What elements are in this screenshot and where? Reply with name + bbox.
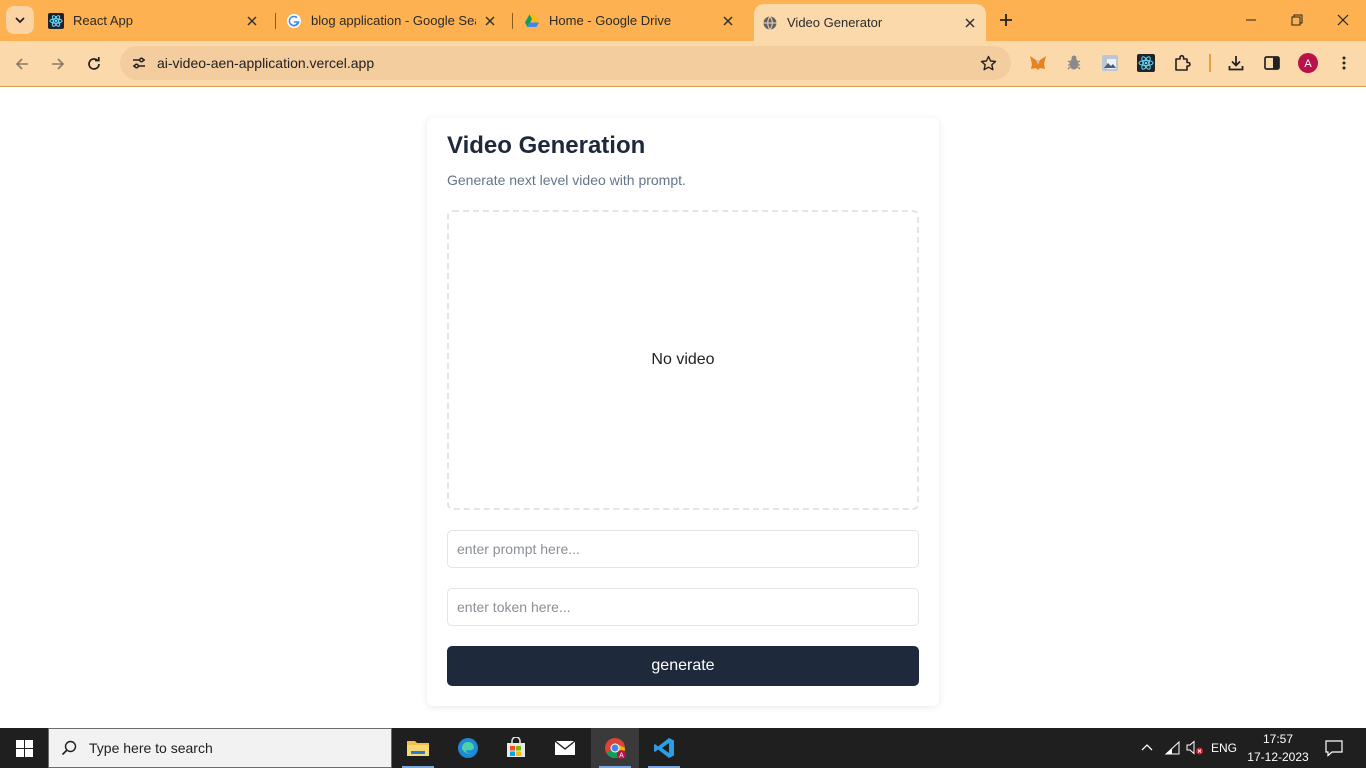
browser-toolbar: ai-video-aen-application.vercel.app A: [0, 41, 1366, 87]
google-drive-icon: [524, 13, 540, 29]
close-icon[interactable]: [482, 13, 498, 29]
file-explorer-app[interactable]: [394, 728, 442, 768]
clock[interactable]: 17:57 17-12-2023: [1246, 730, 1310, 766]
notifications-button[interactable]: [1318, 728, 1350, 768]
chevron-up-icon: [1141, 744, 1153, 751]
extensions-puzzle-icon[interactable]: [1170, 51, 1194, 75]
chrome-icon: A: [605, 738, 626, 759]
windows-taskbar: Type here to search A ENG 17:57 17-12-20…: [0, 728, 1366, 768]
chrome-app[interactable]: A: [591, 728, 639, 768]
restore-icon: [1291, 14, 1303, 26]
close-icon[interactable]: [962, 15, 978, 31]
folder-icon: [407, 741, 429, 756]
notification-icon: [1325, 740, 1343, 757]
bug-extension-icon[interactable]: [1062, 51, 1086, 75]
mail-icon: [554, 740, 576, 755]
generate-button[interactable]: generate: [447, 646, 919, 686]
page-title: Video Generation: [447, 132, 646, 159]
image-extension-icon[interactable]: [1098, 51, 1122, 75]
arrow-left-icon: [15, 58, 28, 70]
close-icon[interactable]: [720, 13, 736, 29]
tab-google-drive[interactable]: Home - Google Drive: [522, 6, 744, 35]
edge-app[interactable]: [444, 728, 492, 768]
chevron-down-icon: [15, 17, 25, 24]
mail-app[interactable]: [541, 728, 589, 768]
profile-initial: A: [1304, 58, 1312, 70]
windows-logo-icon: [15, 739, 33, 757]
close-window-button[interactable]: [1320, 0, 1366, 40]
tab-video-generator[interactable]: Video Generator: [754, 4, 986, 41]
vscode-app[interactable]: [640, 728, 688, 768]
new-tab-button[interactable]: [994, 8, 1018, 32]
video-preview-area: No video: [447, 210, 919, 510]
video-generation-card: Video Generation Generate next level vid…: [427, 118, 939, 706]
address-bar[interactable]: ai-video-aen-application.vercel.app: [120, 46, 1011, 80]
react-icon: [48, 12, 64, 29]
start-button[interactable]: [0, 728, 48, 768]
no-video-label: No video: [651, 351, 715, 368]
globe-icon: [762, 15, 778, 31]
volume-muted-icon: [1186, 740, 1203, 755]
microsoft-store-app[interactable]: [492, 728, 540, 768]
tab-title: Video Generator: [787, 15, 883, 30]
menu-kebab-icon[interactable]: [1332, 51, 1356, 75]
language-indicator[interactable]: ENG: [1208, 728, 1240, 768]
minimize-icon: [1246, 19, 1256, 21]
edge-icon: [458, 738, 478, 758]
arrow-right-icon: [52, 58, 65, 70]
google-icon: [286, 13, 302, 29]
tab-title: React App: [73, 13, 133, 28]
metamask-extension-icon[interactable]: [1026, 51, 1050, 75]
volume-tray-icon[interactable]: [1184, 728, 1206, 768]
back-button[interactable]: [8, 50, 36, 78]
profile-avatar[interactable]: A: [1296, 51, 1320, 75]
chrome-profile-initial: A: [619, 752, 624, 759]
tab-title: Home - Google Drive: [549, 13, 672, 28]
browser-tab-strip: React App blog application - Google Sear…: [0, 0, 1366, 41]
clock-time: 17:57: [1262, 732, 1294, 746]
tab-google-search[interactable]: blog application - Google Search: [284, 6, 506, 35]
reload-icon: [88, 57, 100, 70]
prompt-input[interactable]: [447, 530, 919, 568]
store-icon: [507, 737, 525, 757]
search-placeholder: Type here to search: [89, 740, 213, 756]
token-input[interactable]: [447, 588, 919, 626]
side-panel-icon[interactable]: [1260, 51, 1284, 75]
close-icon[interactable]: [244, 13, 260, 29]
react-devtools-extension-icon[interactable]: [1134, 51, 1158, 75]
tab-title: blog application - Google Search: [311, 13, 476, 28]
tab-react-app[interactable]: React App: [46, 6, 268, 35]
plus-icon: [1000, 14, 1012, 26]
vscode-icon: [654, 738, 674, 758]
page-subtitle: Generate next level video with prompt.: [447, 172, 686, 188]
tab-search-button[interactable]: [6, 6, 34, 34]
clock-date: 17-12-2023: [1247, 750, 1309, 764]
close-icon: [1337, 14, 1349, 26]
network-tray-icon[interactable]: [1161, 728, 1183, 768]
download-icon[interactable]: [1224, 51, 1248, 75]
show-hidden-icons-button[interactable]: [1136, 728, 1158, 768]
search-icon: [49, 728, 89, 768]
url-text: ai-video-aen-application.vercel.app: [157, 55, 375, 71]
site-settings-icon[interactable]: [122, 46, 156, 80]
tab-divider: [275, 13, 276, 29]
toolbar-divider: [1209, 54, 1211, 72]
restore-button[interactable]: [1274, 0, 1320, 40]
wifi-icon: [1164, 741, 1180, 755]
minimize-button[interactable]: [1228, 0, 1274, 40]
taskbar-search-box[interactable]: Type here to search: [48, 728, 392, 768]
reload-button[interactable]: [80, 50, 108, 78]
tab-divider: [512, 13, 513, 29]
bookmark-star-icon[interactable]: [973, 48, 1003, 78]
forward-button[interactable]: [44, 50, 72, 78]
